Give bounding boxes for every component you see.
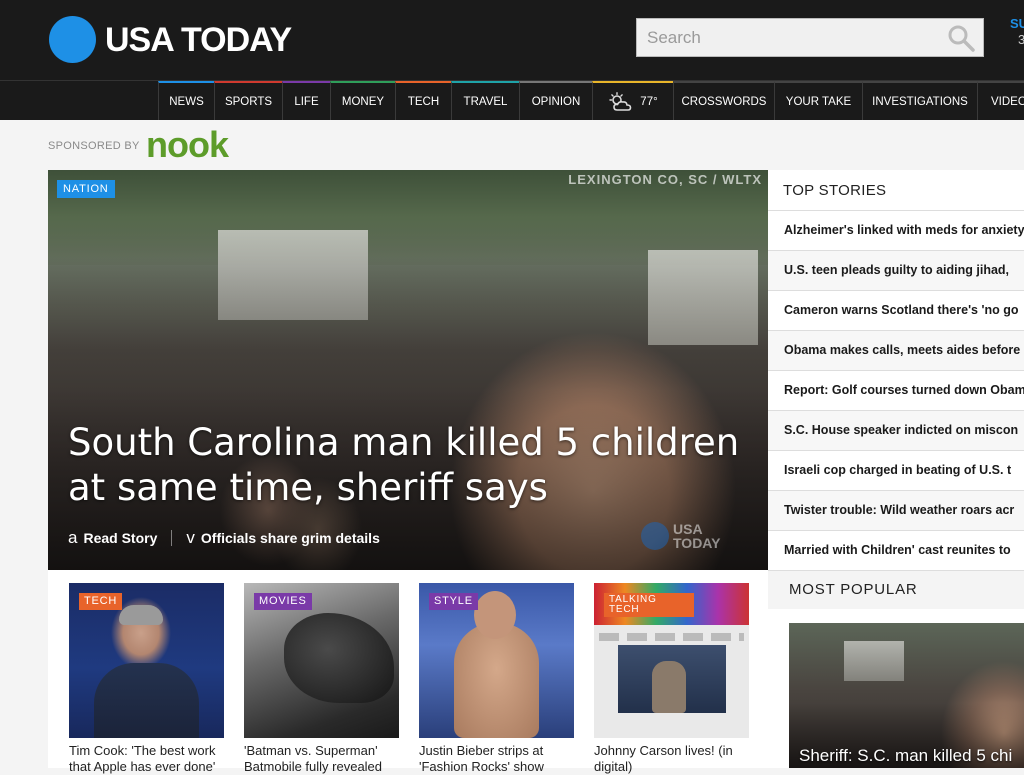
- nav-news[interactable]: NEWS: [158, 81, 214, 120]
- hero-image-credit: LEXINGTON CO, SC / WLTX: [568, 172, 762, 187]
- section-badge-movies[interactable]: MOVIES: [254, 593, 312, 610]
- thumbnail-image: [454, 623, 539, 738]
- top-story-link[interactable]: S.C. House speaker indicted on miscon: [768, 410, 1024, 450]
- site-header: USA TODAY SU 3: [0, 0, 1024, 80]
- section-badge-style[interactable]: STYLE: [429, 593, 478, 610]
- hero-image-detail: [218, 230, 368, 320]
- nav-money[interactable]: MONEY: [330, 81, 395, 120]
- nav-label: CROSSWORDS: [681, 96, 767, 108]
- story-thumbnail[interactable]: STYLE: [419, 583, 574, 738]
- video-label: Officials share grim details: [200, 530, 380, 546]
- hero-actions: a Read Story v Officials share grim deta…: [68, 528, 380, 548]
- right-sidebar: TOP STORIES Alzheimer's linked with meds…: [768, 170, 1024, 768]
- nav-label: LIFE: [294, 96, 319, 108]
- nav-travel[interactable]: TRAVEL: [451, 81, 519, 120]
- top-story-link[interactable]: Cameron warns Scotland there's 'no go: [768, 290, 1024, 330]
- article-icon: a: [68, 528, 78, 547]
- most-popular-title: MOST POPULAR: [789, 581, 918, 598]
- usa-today-watermark-text: USA TODAY: [673, 521, 721, 551]
- link-divider: [171, 530, 173, 546]
- nav-label: VIDEO: [991, 96, 1024, 108]
- most-popular-caption[interactable]: Sheriff: S.C. man killed 5 chi: [799, 746, 1012, 766]
- thumbnail-image: [652, 661, 686, 713]
- hero-image-detail: [648, 250, 758, 345]
- thumbnail-image: [474, 591, 516, 639]
- top-story-link[interactable]: Obama makes calls, meets aides before: [768, 330, 1024, 370]
- top-story-link[interactable]: Married with Children' cast reunites to: [768, 530, 1024, 570]
- sponsor-label: SPONSORED BY: [48, 140, 140, 152]
- story-caption[interactable]: Justin Bieber strips at 'Fashion Rocks' …: [419, 743, 574, 775]
- usa-today-watermark-icon: [641, 522, 669, 550]
- story-caption[interactable]: Johnny Carson lives! (in digital): [594, 743, 749, 775]
- user-link-secondary[interactable]: 3: [1018, 32, 1024, 47]
- nav-tech[interactable]: TECH: [395, 81, 451, 120]
- nook-sponsor-logo[interactable]: nook: [146, 124, 229, 166]
- section-badge-nation[interactable]: NATION: [57, 180, 115, 198]
- thumbnail-image: [119, 605, 163, 625]
- nav-video[interactable]: VIDEO: [977, 81, 1024, 120]
- site-logo[interactable]: USA TODAY: [105, 20, 292, 60]
- thumbnail-image: [599, 633, 744, 641]
- story-thumbnails: TECH Tim Cook: 'The best work that Apple…: [48, 570, 768, 774]
- section-badge-talking-tech[interactable]: TALKING TECH: [604, 593, 694, 617]
- nav-sports[interactable]: SPORTS: [214, 81, 282, 120]
- top-stories-list: Alzheimer's linked with meds for anxiety…: [768, 210, 1024, 570]
- nav-investigations[interactable]: INVESTIGATIONS: [862, 81, 977, 120]
- top-stories-title: TOP STORIES: [783, 182, 887, 199]
- nav-label: MONEY: [341, 96, 385, 108]
- story-thumbnail[interactable]: TALKING TECH: [594, 583, 749, 738]
- nav-label: NEWS: [169, 96, 204, 108]
- thumbnail-image: [844, 641, 904, 681]
- top-story-link[interactable]: Israeli cop charged in beating of U.S. t: [768, 450, 1024, 490]
- nav-label: TRAVEL: [463, 96, 508, 108]
- story-caption[interactable]: Tim Cook: 'The best work that Apple has …: [69, 743, 224, 775]
- most-popular-card[interactable]: Sheriff: S.C. man killed 5 chi: [789, 623, 1024, 768]
- most-popular-header: MOST POPULAR: [768, 570, 1024, 609]
- nav-label: INVESTIGATIONS: [872, 96, 968, 108]
- video-icon: v: [186, 528, 195, 547]
- search-box: [636, 18, 984, 57]
- nav-label: SPORTS: [224, 96, 273, 108]
- top-story-link[interactable]: Alzheimer's linked with meds for anxiety: [768, 210, 1024, 250]
- read-story-link[interactable]: a Read Story: [68, 528, 157, 548]
- nav-label: OPINION: [531, 96, 581, 108]
- logo-circle-icon[interactable]: [49, 16, 96, 63]
- thumbnail-image: [284, 613, 394, 703]
- video-link[interactable]: v Officials share grim details: [186, 528, 379, 548]
- nav-label: TECH: [407, 96, 440, 108]
- nav-life[interactable]: LIFE: [282, 81, 330, 120]
- story-thumbnail[interactable]: TECH: [69, 583, 224, 738]
- search-icon[interactable]: [947, 24, 975, 52]
- weather-temp: 77°: [640, 96, 658, 108]
- nav-crosswords[interactable]: CROSSWORDS: [673, 81, 774, 120]
- thumbnail-image: [94, 663, 199, 738]
- top-story-link[interactable]: Report: Golf courses turned down Obama: [768, 370, 1024, 410]
- read-story-label: Read Story: [83, 530, 158, 546]
- nav-weather[interactable]: 77°: [592, 81, 673, 120]
- story-thumbnail[interactable]: MOVIES: [244, 583, 399, 738]
- nav-opinion[interactable]: OPINION: [519, 81, 592, 120]
- hero-story[interactable]: LEXINGTON CO, SC / WLTX NATION USA TODAY…: [48, 170, 768, 570]
- main-nav: NEWS SPORTS LIFE MONEY TECH TRAVEL OPINI…: [0, 80, 1024, 120]
- partly-cloudy-icon: [609, 92, 632, 111]
- search-input[interactable]: [637, 19, 957, 56]
- nav-your-take[interactable]: YOUR TAKE: [774, 81, 862, 120]
- top-story-link[interactable]: U.S. teen pleads guilty to aiding jihad,: [768, 250, 1024, 290]
- top-story-link[interactable]: Twister trouble: Wild weather roars acr: [768, 490, 1024, 530]
- user-link[interactable]: SU: [1010, 16, 1024, 32]
- story-caption[interactable]: 'Batman vs. Superman' Batmobile fully re…: [244, 743, 399, 775]
- section-badge-tech[interactable]: TECH: [79, 593, 123, 610]
- nav-label: YOUR TAKE: [785, 96, 852, 108]
- hero-headline[interactable]: South Carolina man killed 5 children at …: [68, 420, 758, 510]
